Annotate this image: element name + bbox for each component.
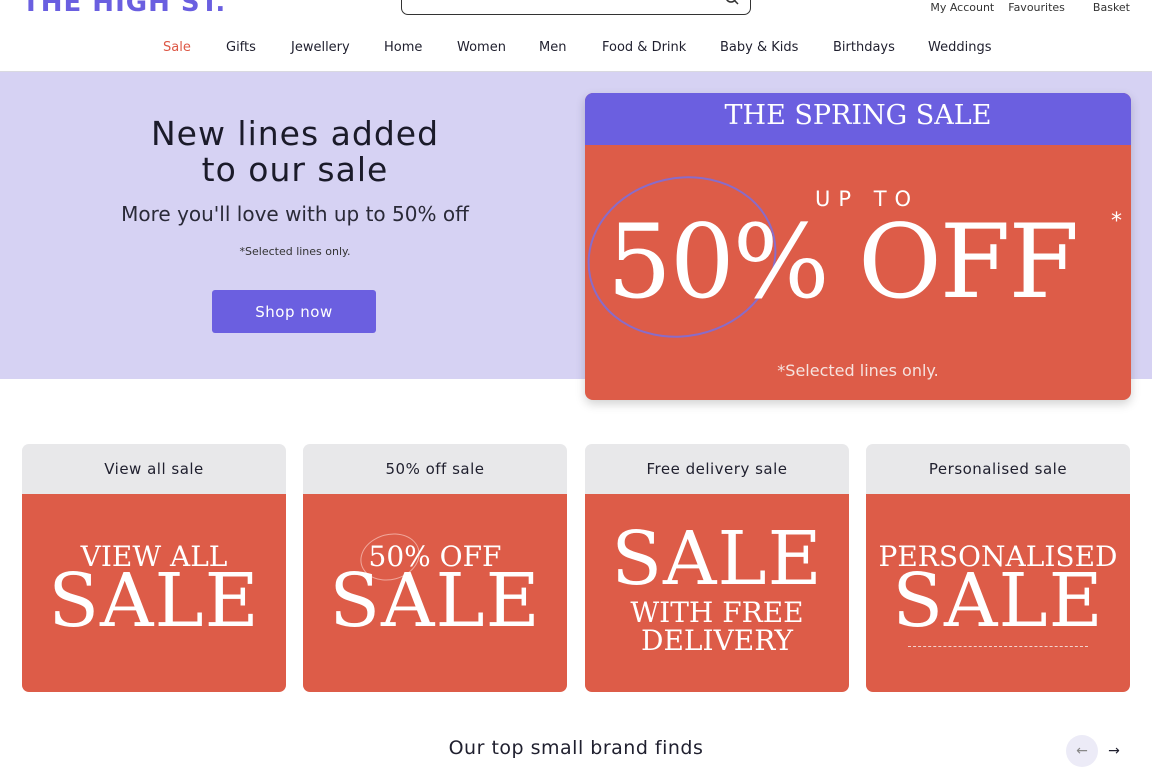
promo-asterisk: * bbox=[1111, 209, 1122, 234]
card-image: 50% OFF SALE bbox=[303, 494, 567, 692]
nav-item-birthdays[interactable]: Birthdays bbox=[833, 40, 895, 55]
category-card-view-all[interactable]: View all sale VIEW ALL SALE bbox=[22, 444, 286, 692]
search-input[interactable] bbox=[416, 0, 716, 11]
nav-item-home[interactable]: Home bbox=[384, 40, 422, 55]
nav-item-sale[interactable]: Sale bbox=[163, 40, 191, 55]
promo-note: *Selected lines only. bbox=[777, 361, 939, 380]
card-title: Free delivery sale bbox=[585, 444, 849, 494]
search-box[interactable] bbox=[401, 0, 751, 15]
category-card-personalised[interactable]: Personalised sale PERSONALISED SALE bbox=[866, 444, 1130, 692]
hero-title-line1: New lines added bbox=[150, 114, 440, 153]
category-card-50-off[interactable]: 50% off sale 50% OFF SALE bbox=[303, 444, 567, 692]
promo-banner: THE SPRING SALE bbox=[585, 93, 1131, 145]
hero-title-line2: to our sale bbox=[201, 150, 389, 189]
basket-link[interactable]: Basket bbox=[1093, 1, 1130, 14]
hero-title: New lines added to our sale bbox=[95, 116, 495, 188]
card-title: View all sale bbox=[22, 444, 286, 494]
card-image-headline: SALE bbox=[611, 516, 823, 602]
card-image-headline: SALE bbox=[329, 558, 541, 644]
carousel-next-button[interactable]: → bbox=[1098, 735, 1130, 767]
nav-item-men[interactable]: Men bbox=[539, 40, 566, 55]
section-title: Our top small brand finds bbox=[448, 737, 704, 759]
card-image-headline: SALE bbox=[48, 558, 260, 644]
arrow-right-icon: → bbox=[1108, 743, 1120, 759]
nav-item-jewellery[interactable]: Jewellery bbox=[291, 40, 350, 55]
nav-item-women[interactable]: Women bbox=[457, 40, 506, 55]
promo-discount: 50% OFF bbox=[607, 203, 1079, 322]
card-image: VIEW ALL SALE bbox=[22, 494, 286, 692]
nav-item-baby-kids[interactable]: Baby & Kids bbox=[720, 40, 798, 55]
site-header: THE HIGH ST. My Account Favourites Baske… bbox=[0, 0, 1152, 72]
card-image-line2: DELIVERY bbox=[641, 624, 793, 657]
account-links: My Account Favourites Basket bbox=[916, 1, 1130, 14]
category-card-free-delivery[interactable]: Free delivery sale SALE WITH FREE DELIVE… bbox=[585, 444, 849, 692]
favourites-link[interactable]: Favourites bbox=[1008, 1, 1065, 14]
site-logo[interactable]: THE HIGH ST. bbox=[22, 0, 226, 18]
my-account-link[interactable]: My Account bbox=[930, 1, 994, 14]
spring-sale-promo[interactable]: THE SPRING SALE UP TO 50% OFF * *Selecte… bbox=[585, 93, 1131, 400]
search-icon[interactable] bbox=[724, 0, 740, 8]
card-title: Personalised sale bbox=[866, 444, 1130, 494]
nav-item-weddings[interactable]: Weddings bbox=[928, 40, 991, 55]
arrow-left-icon: ← bbox=[1076, 743, 1088, 759]
card-underline-decoration bbox=[908, 646, 1088, 647]
nav-item-gifts[interactable]: Gifts bbox=[226, 40, 256, 55]
hero-note: *Selected lines only. bbox=[239, 245, 351, 258]
nav-item-food-drink[interactable]: Food & Drink bbox=[602, 40, 686, 55]
card-title: 50% off sale bbox=[303, 444, 567, 494]
shop-now-button[interactable]: Shop now bbox=[212, 290, 376, 333]
carousel-prev-button[interactable]: ← bbox=[1066, 735, 1098, 767]
card-image: SALE WITH FREE DELIVERY bbox=[585, 494, 849, 692]
card-image-headline: SALE bbox=[892, 558, 1104, 644]
hero-subtitle: More you'll love with up to 50% off bbox=[121, 202, 469, 226]
main-nav: Sale Gifts Jewellery Home Women Men Food… bbox=[0, 40, 1152, 60]
card-image: PERSONALISED SALE bbox=[866, 494, 1130, 692]
